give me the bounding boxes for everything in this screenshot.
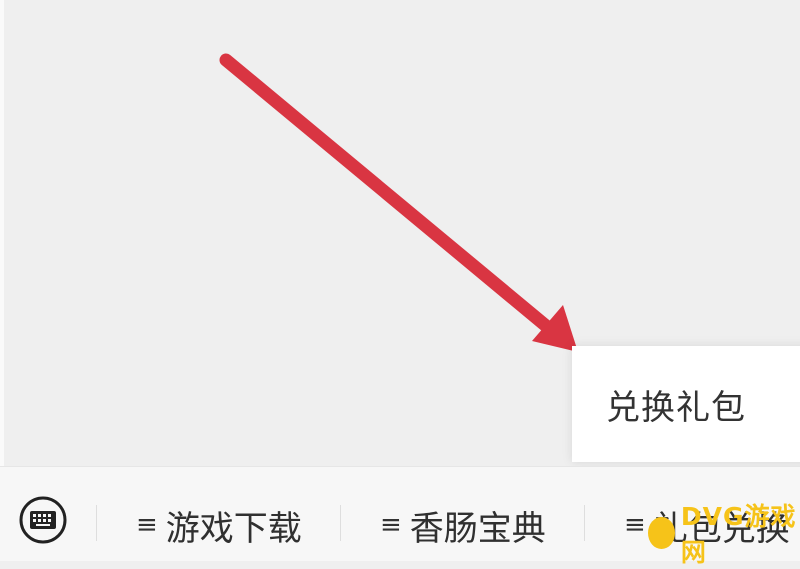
watermark: DVG游戏网 bbox=[648, 502, 800, 567]
divider bbox=[340, 505, 341, 541]
divider bbox=[584, 505, 585, 541]
menu-label-game-download: 游戏下载 bbox=[165, 508, 302, 549]
keyboard-icon bbox=[19, 496, 67, 544]
divider bbox=[96, 505, 97, 541]
watermark-logo-icon bbox=[648, 517, 675, 549]
menu-icon: ≡ bbox=[136, 510, 158, 540]
menu-icon: ≡ bbox=[624, 510, 646, 540]
menu-icon: ≡ bbox=[380, 510, 402, 540]
screen: 兑换礼包 ≡ 游戏下载 ≡ 香肠宝典 ≡ 礼包兑换 DVG游戏网 bbox=[0, 0, 800, 567]
menu-label-sausage-guide: 香肠宝典 bbox=[409, 508, 546, 549]
menu-game-download[interactable]: ≡ 游戏下载 bbox=[136, 505, 302, 549]
menu-sausage-guide[interactable]: ≡ 香肠宝典 bbox=[380, 505, 546, 549]
watermark-text: DVG游戏网 bbox=[680, 502, 797, 567]
keyboard-button[interactable] bbox=[18, 495, 68, 545]
gift-popup-menu: 兑换礼包 bbox=[572, 346, 800, 462]
redeem-gift-item[interactable]: 兑换礼包 bbox=[606, 380, 746, 429]
